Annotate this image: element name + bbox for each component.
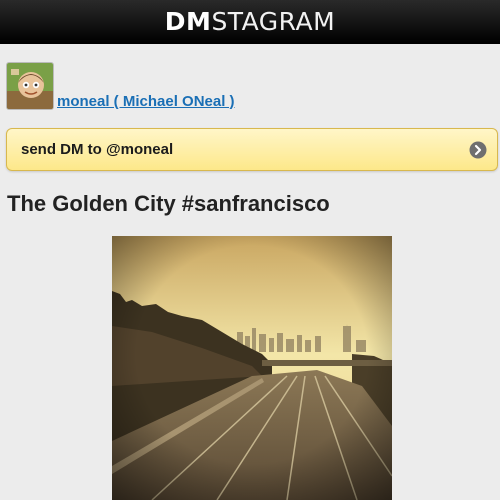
brand-bold: DM bbox=[164, 7, 212, 36]
app-logo[interactable]: DMSTAGRAM bbox=[165, 7, 335, 36]
chevron-right-icon bbox=[469, 141, 487, 159]
app-header: DMSTAGRAM bbox=[0, 0, 500, 44]
send-dm-button[interactable]: send DM to @moneal bbox=[6, 128, 498, 171]
post-photo[interactable] bbox=[112, 236, 392, 500]
post-title: The Golden City #sanfrancisco bbox=[7, 191, 330, 216]
brand-light: STAGRAM bbox=[211, 7, 336, 36]
avatar[interactable] bbox=[6, 62, 54, 110]
send-dm-label: send DM to @moneal bbox=[21, 141, 174, 158]
user-profile-link[interactable]: moneal ( Michael ONeal ) bbox=[57, 93, 235, 110]
user-row: moneal ( Michael ONeal ) bbox=[6, 60, 235, 110]
